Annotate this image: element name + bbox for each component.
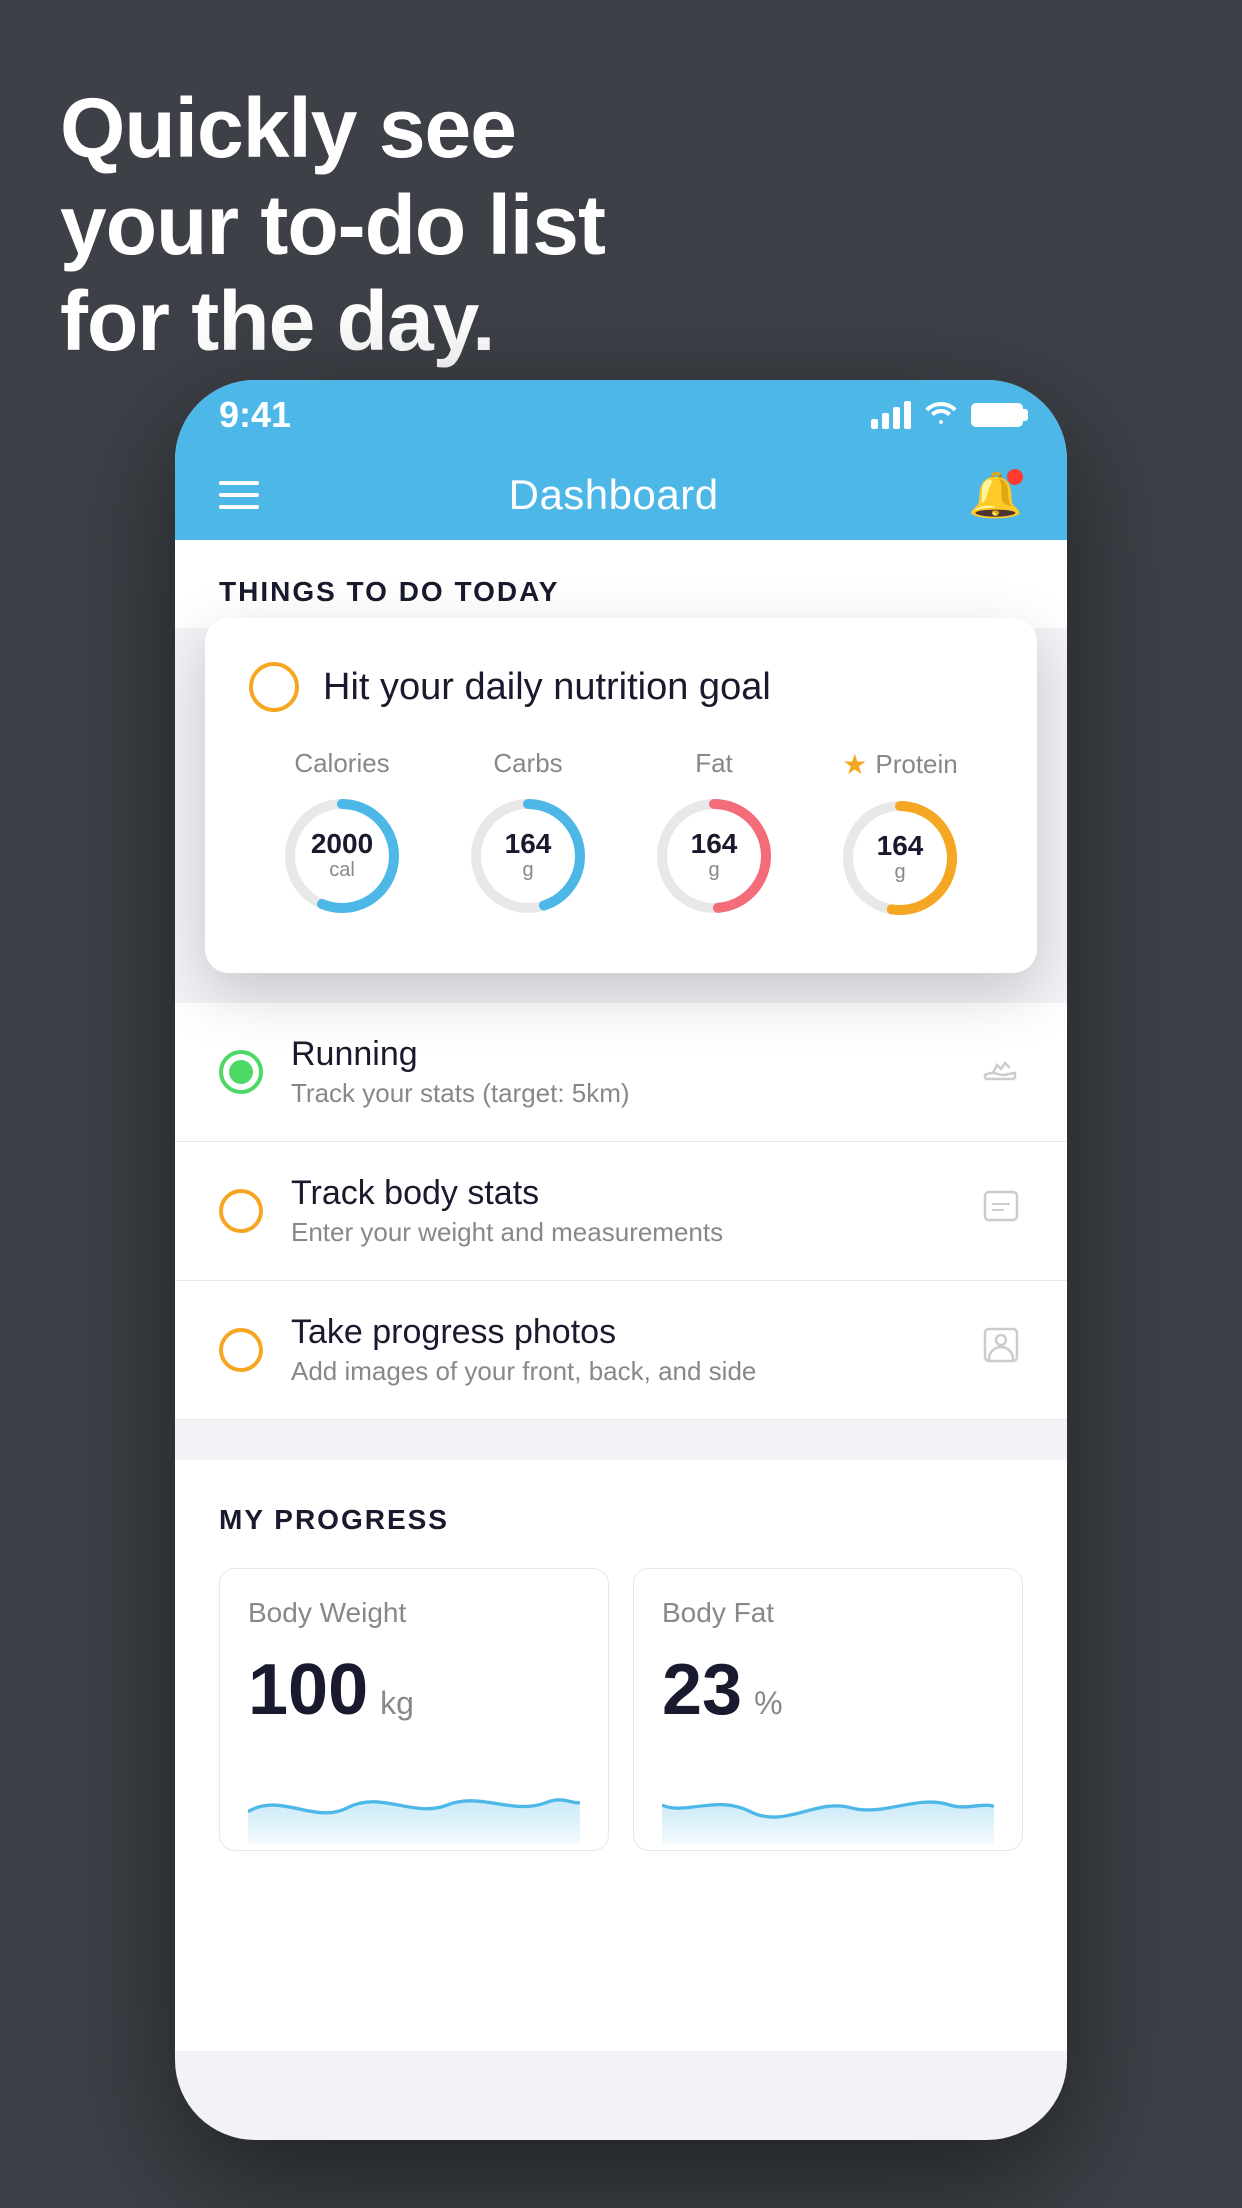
fat-donut: 164 g — [649, 791, 779, 921]
body-fat-value-row: 23 % — [662, 1649, 994, 1731]
nutrition-fat: Fat 164 g — [649, 748, 779, 921]
running-checkbox[interactable] — [219, 1050, 263, 1094]
nutrition-card-header: Hit your daily nutrition goal — [249, 662, 993, 712]
progress-photos-name: Take progress photos — [291, 1313, 951, 1352]
progress-photos-checkbox[interactable] — [219, 1328, 263, 1372]
scale-icon — [979, 1184, 1023, 1238]
nutrition-protein: ★ Protein 164 g — [835, 748, 965, 923]
headline: Quickly see your to-do list for the day. — [60, 80, 605, 370]
carbs-label: Carbs — [493, 748, 562, 779]
protein-label: Protein — [875, 749, 957, 780]
notification-dot — [1007, 469, 1023, 485]
running-text: Running Track your stats (target: 5km) — [291, 1035, 951, 1109]
signal-icon — [871, 401, 911, 429]
body-stats-text: Track body stats Enter your weight and m… — [291, 1174, 951, 1248]
calories-donut: 2000 cal — [277, 791, 407, 921]
body-stats-name: Track body stats — [291, 1174, 951, 1213]
protein-value: 164 — [877, 832, 924, 860]
body-weight-unit: kg — [380, 1685, 414, 1722]
body-stats-checkbox[interactable] — [219, 1189, 263, 1233]
nutrition-card-title: Hit your daily nutrition goal — [323, 666, 771, 709]
body-weight-card[interactable]: Body Weight 100 kg — [219, 1568, 609, 1851]
headline-line2: your to-do list — [60, 177, 605, 274]
bottom-spacer — [175, 1851, 1067, 2051]
protein-unit: g — [877, 860, 924, 884]
bell-icon[interactable]: 🔔 — [968, 469, 1023, 521]
person-icon — [979, 1323, 1023, 1377]
nutrition-circles: Calories 2000 cal Carbs — [249, 748, 993, 923]
progress-photos-sub: Add images of your front, back, and side — [291, 1356, 951, 1387]
body-fat-card[interactable]: Body Fat 23 % — [633, 1568, 1023, 1851]
nav-bar: Dashboard 🔔 — [175, 450, 1067, 540]
calories-unit: cal — [311, 858, 373, 882]
body-fat-unit: % — [754, 1685, 782, 1722]
headline-line3: for the day. — [60, 273, 605, 370]
headline-line1: Quickly see — [60, 80, 605, 177]
progress-cards: Body Weight 100 kg — [219, 1568, 1023, 1851]
nutrition-card: Hit your daily nutrition goal Calories 2… — [205, 618, 1037, 973]
nav-title: Dashboard — [509, 471, 719, 519]
calories-value: 2000 — [311, 830, 373, 858]
status-icons — [871, 398, 1023, 433]
todo-item-running[interactable]: Running Track your stats (target: 5km) — [175, 1003, 1067, 1142]
carbs-value: 164 — [505, 830, 552, 858]
body-fat-value: 23 — [662, 1649, 742, 1731]
wifi-icon — [925, 398, 957, 433]
status-time: 9:41 — [219, 394, 291, 436]
progress-title: MY PROGRESS — [219, 1504, 1023, 1536]
carbs-unit: g — [505, 858, 552, 882]
status-bar: 9:41 — [175, 380, 1067, 450]
hamburger-icon[interactable] — [219, 481, 259, 509]
protein-donut: 164 g — [835, 793, 965, 923]
progress-photos-text: Take progress photos Add images of your … — [291, 1313, 951, 1387]
things-section-title: THINGS TO DO TODAY — [219, 576, 1023, 608]
nutrition-calories: Calories 2000 cal — [277, 748, 407, 921]
nutrition-checkbox[interactable] — [249, 662, 299, 712]
fat-value: 164 — [691, 830, 738, 858]
nutrition-carbs: Carbs 164 g — [463, 748, 593, 921]
fat-label: Fat — [695, 748, 733, 779]
body-weight-label: Body Weight — [248, 1597, 580, 1629]
things-section-header: THINGS TO DO TODAY — [175, 540, 1067, 628]
fat-unit: g — [691, 858, 738, 882]
todo-list: Running Track your stats (target: 5km) T… — [175, 1003, 1067, 1420]
protein-label-row: ★ Protein — [842, 748, 958, 781]
body-weight-value-row: 100 kg — [248, 1649, 580, 1731]
carbs-donut: 164 g — [463, 791, 593, 921]
running-name: Running — [291, 1035, 951, 1074]
body-stats-sub: Enter your weight and measurements — [291, 1217, 951, 1248]
body-weight-value: 100 — [248, 1649, 368, 1731]
shoe-icon — [979, 1045, 1023, 1099]
progress-section: MY PROGRESS Body Weight 100 kg — [175, 1460, 1067, 1851]
todo-item-body-stats[interactable]: Track body stats Enter your weight and m… — [175, 1142, 1067, 1281]
todo-item-progress-photos[interactable]: Take progress photos Add images of your … — [175, 1281, 1067, 1420]
phone-frame: 9:41 Dashboard — [175, 380, 1067, 2140]
body-fat-chart — [662, 1765, 994, 1845]
body-weight-chart — [248, 1765, 580, 1845]
battery-icon — [971, 403, 1023, 427]
calories-label: Calories — [294, 748, 389, 779]
body-fat-label: Body Fat — [662, 1597, 994, 1629]
star-icon: ★ — [842, 748, 867, 781]
running-sub: Track your stats (target: 5km) — [291, 1078, 951, 1109]
